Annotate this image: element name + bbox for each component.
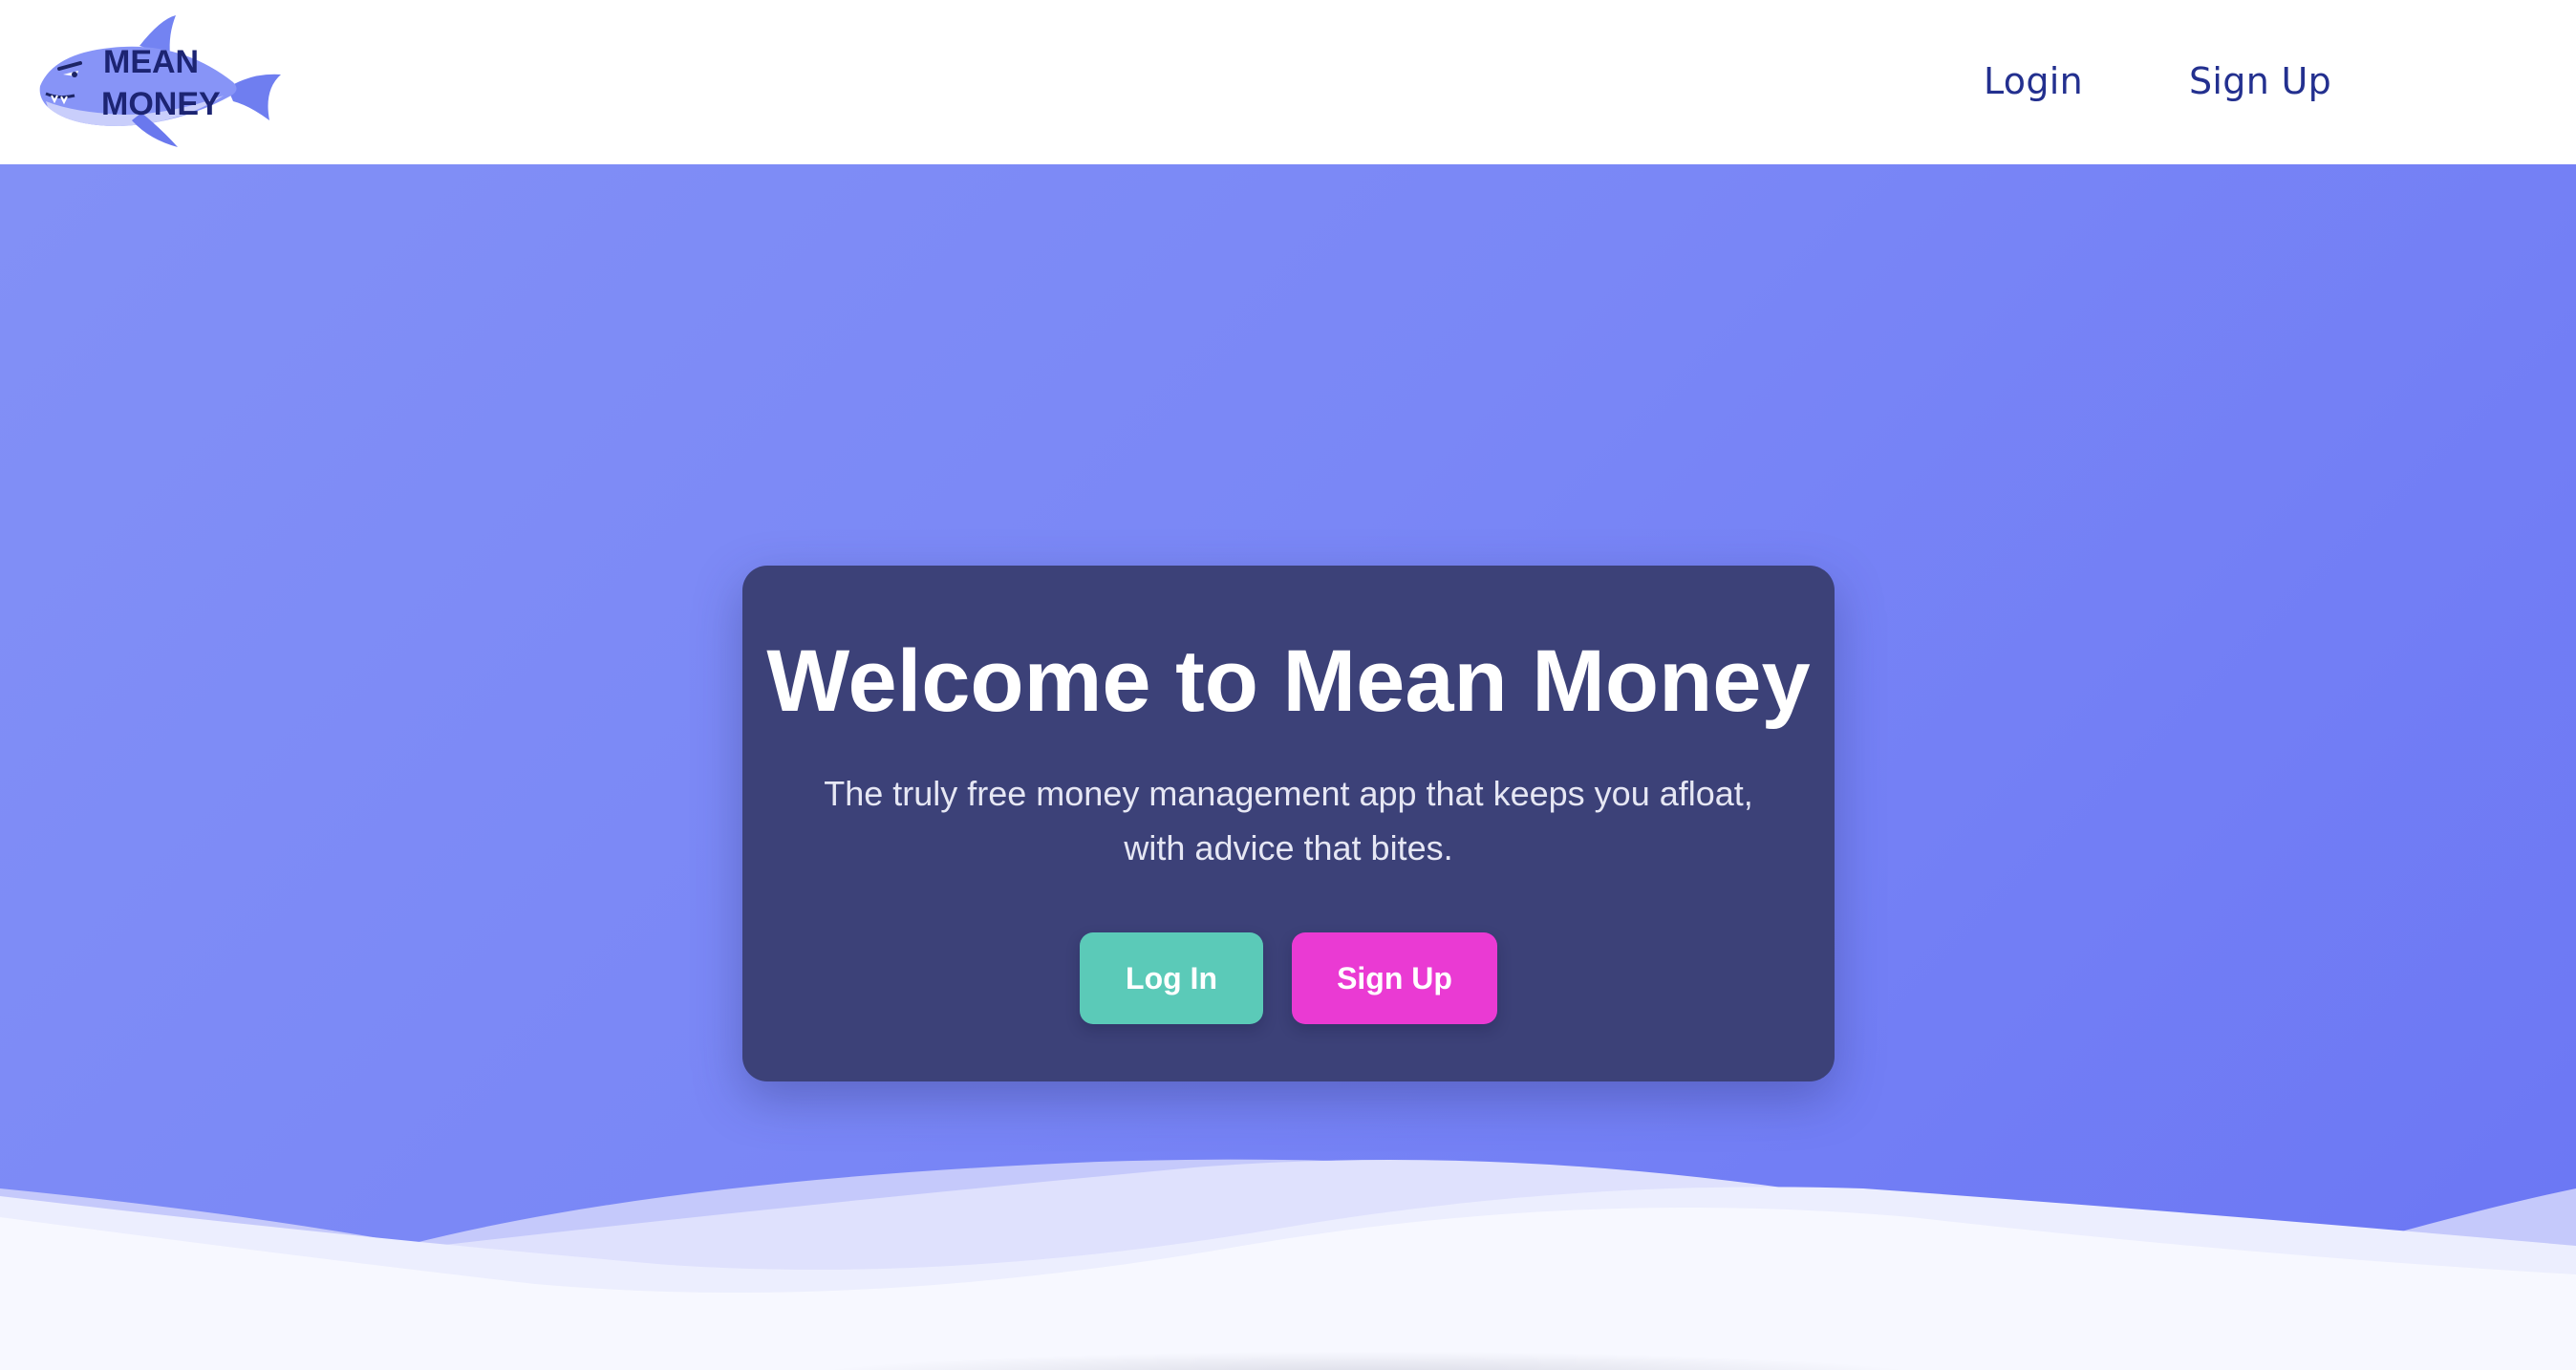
signup-button[interactable]: Sign Up	[1292, 932, 1497, 1024]
nav-login-link[interactable]: Login	[1984, 55, 2083, 107]
welcome-card: Welcome to Mean Money The truly free mon…	[742, 566, 1835, 1081]
page-title: Welcome to Mean Money	[766, 632, 1811, 730]
top-navbar: MEAN MONEY Login Sign Up	[0, 0, 2576, 164]
logo-text-money: MONEY	[101, 86, 221, 122]
hero-subtitle: The truly free money management app that…	[781, 766, 1796, 875]
hero-subtitle-line-2: with advice that bites.	[1124, 828, 1453, 867]
logo-text-mean: MEAN	[103, 44, 199, 80]
nav-signup-link[interactable]: Sign Up	[2189, 55, 2331, 107]
hero-subtitle-line-1: The truly free money management app that…	[824, 774, 1753, 813]
login-button[interactable]: Log In	[1080, 932, 1263, 1024]
page: MEAN MONEY Login Sign Up Welcome to Mean…	[0, 0, 2576, 1370]
hero-section: Welcome to Mean Money The truly free mon…	[0, 164, 2576, 1370]
decorative-waves	[0, 1159, 2576, 1370]
mean-money-logo[interactable]: MEAN MONEY	[36, 13, 290, 149]
shark-logo-icon: MEAN MONEY	[39, 15, 281, 147]
